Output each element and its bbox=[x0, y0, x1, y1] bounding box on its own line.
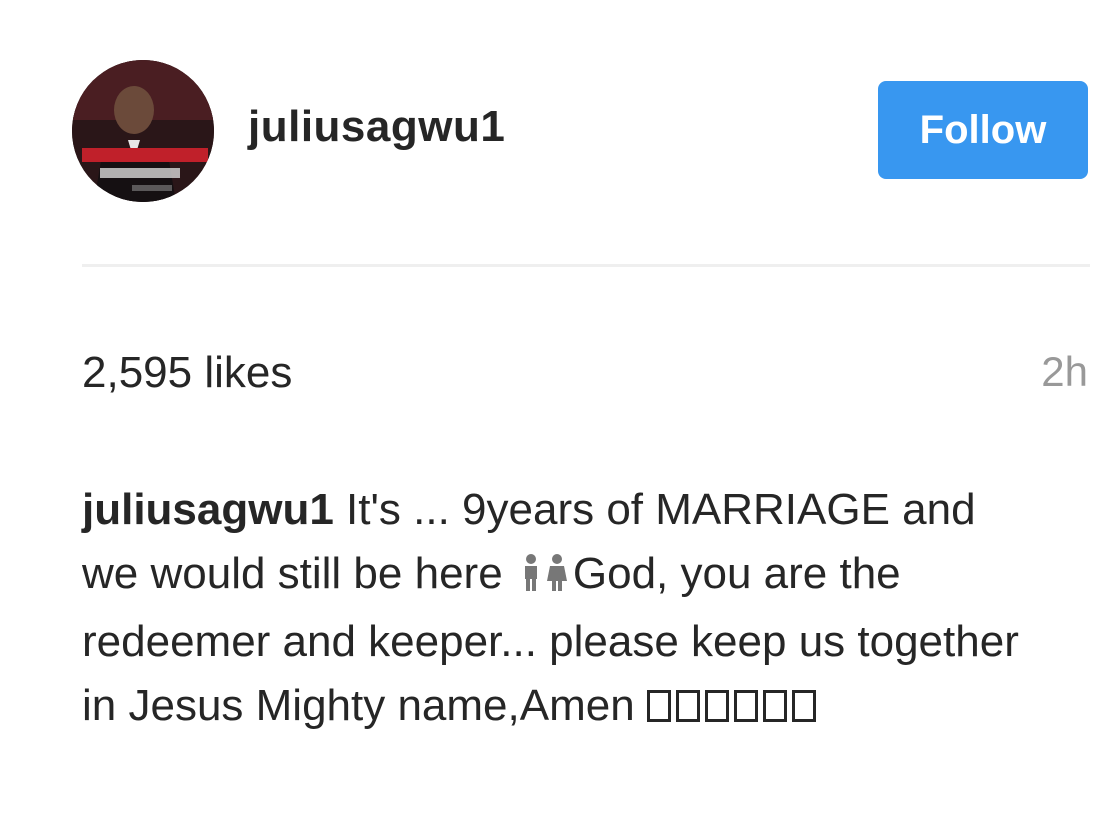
caption-username[interactable]: juliusagwu1 bbox=[82, 485, 334, 534]
missing-glyph-box bbox=[762, 690, 787, 722]
divider bbox=[82, 264, 1090, 267]
couple-icon bbox=[517, 546, 571, 610]
missing-glyph-box bbox=[704, 690, 729, 722]
avatar[interactable] bbox=[72, 60, 214, 202]
missing-glyph-box bbox=[675, 690, 700, 722]
likes-count[interactable]: 2,595 likes bbox=[82, 348, 292, 398]
follow-button[interactable]: Follow bbox=[878, 81, 1088, 179]
missing-glyph-box bbox=[733, 690, 758, 722]
post-header: juliusagwu1 Follow bbox=[0, 0, 1120, 240]
missing-glyph-box bbox=[791, 690, 816, 722]
username[interactable]: juliusagwu1 bbox=[248, 102, 505, 152]
post-caption: juliusagwu1 It's ... 9years of MARRIAGE … bbox=[82, 478, 1042, 738]
avatar-photo bbox=[72, 60, 214, 202]
missing-glyphs bbox=[646, 674, 821, 738]
post-timestamp[interactable]: 2h bbox=[1041, 348, 1088, 396]
missing-glyph-box bbox=[646, 690, 671, 722]
